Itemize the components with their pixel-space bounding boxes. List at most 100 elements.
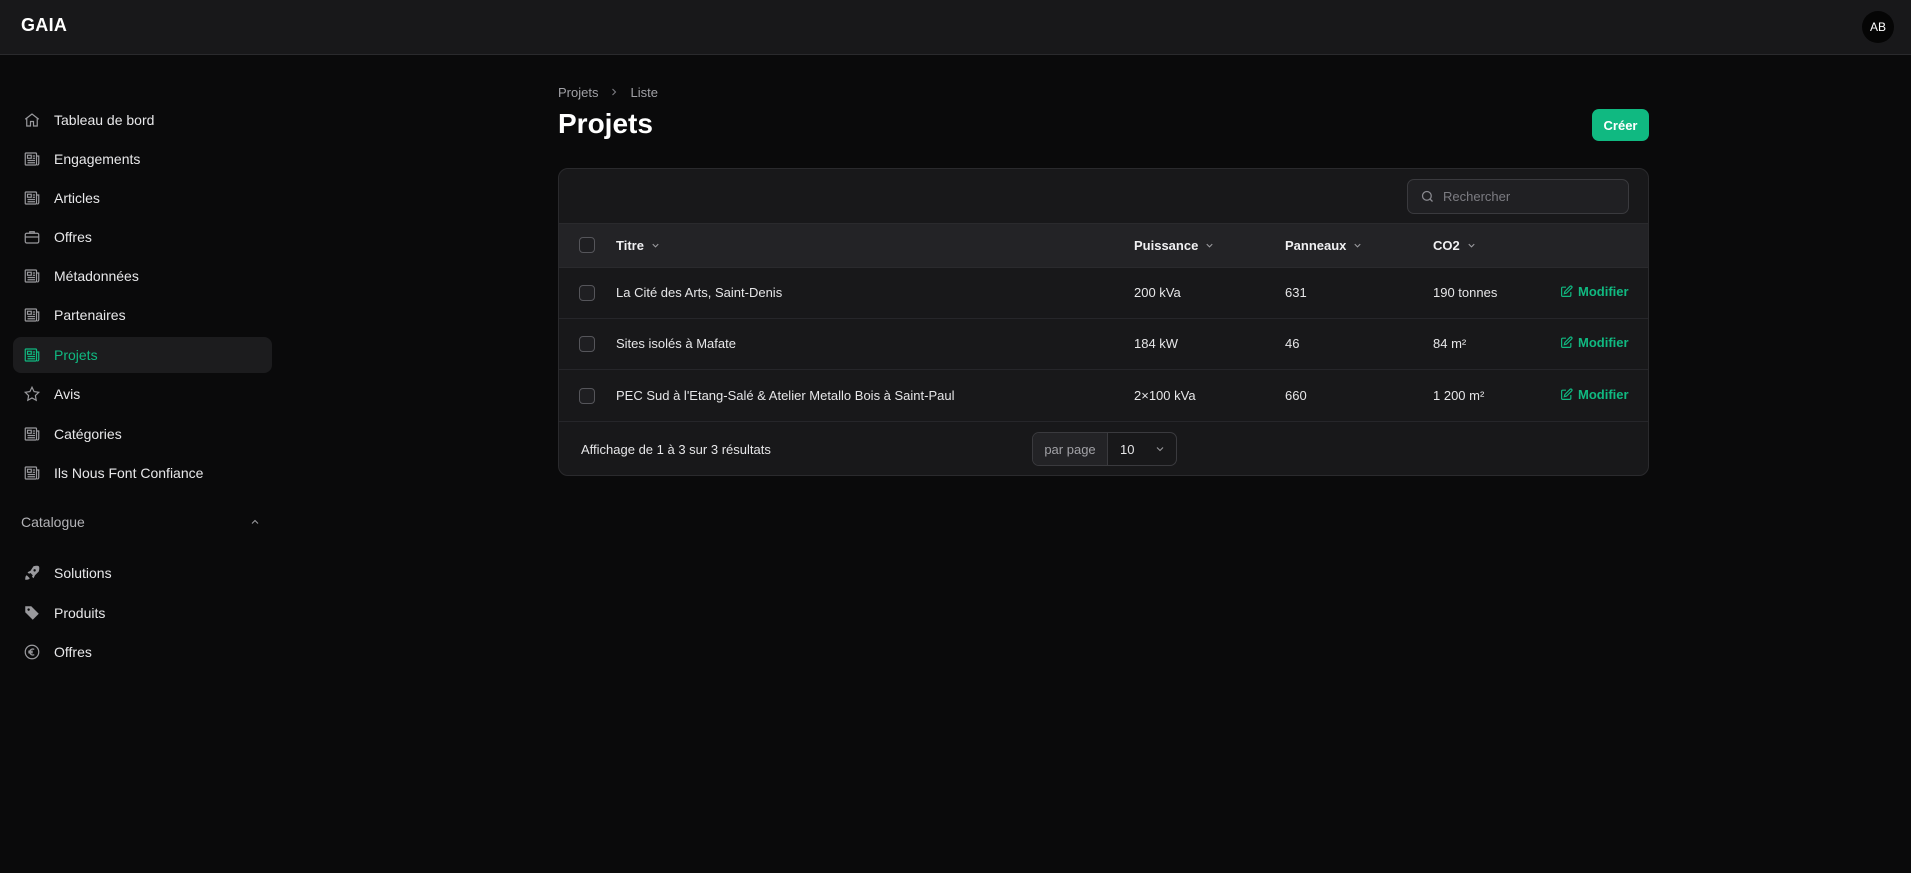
per-page-value: 10 (1120, 441, 1135, 457)
sidebar-item-tableau-de-bord[interactable]: Tableau de bord (13, 102, 272, 138)
sidebar-item-ils-nous-font-confiance[interactable]: Ils Nous Font Confiance (13, 455, 272, 491)
breadcrumb-parent[interactable]: Projets (558, 85, 598, 100)
sidebar-item-label: Offres (54, 229, 92, 245)
sidebar-item-label: Projets (54, 347, 98, 363)
catalogue-group-label: Catalogue (21, 514, 85, 530)
select-all-checkbox[interactable] (579, 237, 595, 253)
column-header-co2[interactable]: CO2 (1433, 238, 1477, 253)
per-page-select[interactable]: par page 10 (1032, 432, 1177, 466)
chevron-down-icon (1466, 240, 1477, 251)
table-footer: Affichage de 1 à 3 sur 3 résultats par p… (559, 422, 1648, 475)
cell-titre: Sites isolés à Mafate (616, 336, 736, 351)
user-avatar[interactable]: AB (1862, 11, 1894, 43)
sidebar-item-solutions[interactable]: Solutions (13, 555, 272, 591)
chevron-down-icon (650, 240, 661, 251)
sidebar-item-produits[interactable]: Produits (13, 595, 272, 631)
page-title: Projets (558, 108, 653, 139)
newspaper-icon (22, 424, 42, 444)
newspaper-icon (22, 463, 42, 483)
create-button[interactable]: Créer (1592, 109, 1649, 141)
table-row: PEC Sud à l'Etang-Salé & Atelier Metallo… (559, 370, 1648, 422)
column-header-label: Titre (616, 238, 644, 253)
sidebar-item-avis[interactable]: Avis (13, 376, 272, 412)
row-checkbox[interactable] (579, 336, 595, 352)
sidebar-item-articles[interactable]: Articles (13, 180, 272, 216)
chevron-right-icon (608, 86, 620, 98)
sidebar-item-label: Partenaires (54, 307, 126, 323)
cell-panneaux: 660 (1285, 388, 1307, 403)
row-checkbox[interactable] (579, 285, 595, 301)
table-row: La Cité des Arts, Saint-Denis 200 kVa 63… (559, 268, 1648, 319)
column-header-label: CO2 (1433, 238, 1460, 253)
briefcase-icon (22, 227, 42, 247)
row-checkbox[interactable] (579, 388, 595, 404)
edit-button[interactable]: Modifier (1560, 387, 1629, 402)
sidebar-item-categories[interactable]: Catégories (13, 416, 272, 452)
cell-titre: PEC Sud à l'Etang-Salé & Atelier Metallo… (616, 388, 955, 403)
breadcrumb-current: Liste (630, 84, 658, 100)
sidebar-item-engagements[interactable]: Engagements (13, 141, 272, 177)
table-row: Sites isolés à Mafate 184 kW 46 84 m² Mo… (559, 319, 1648, 370)
sidebar-item-label: Catégories (54, 426, 122, 442)
sidebar-item-label: Ils Nous Font Confiance (54, 465, 204, 481)
edit-button[interactable]: Modifier (1560, 335, 1629, 350)
cell-panneaux: 46 (1285, 336, 1300, 351)
brand-logo[interactable]: GAIA (21, 15, 67, 36)
cell-titre: La Cité des Arts, Saint-Denis (616, 285, 783, 300)
search-box[interactable] (1407, 179, 1629, 214)
newspaper-icon (22, 345, 42, 365)
edit-icon (1560, 285, 1573, 298)
sidebar-item-label: Métadonnées (54, 268, 139, 284)
search-input[interactable] (1443, 189, 1613, 204)
sidebar-item-label: Tableau de bord (54, 112, 155, 128)
column-header-puissance[interactable]: Puissance (1134, 238, 1215, 253)
per-page-value-dropdown[interactable]: 10 (1108, 433, 1176, 465)
tag-icon (22, 603, 42, 623)
column-header-label: Puissance (1134, 238, 1199, 253)
cell-co2: 1 200 m² (1433, 388, 1485, 403)
chevron-down-icon (1352, 240, 1363, 251)
column-header-panneaux[interactable]: Panneaux (1285, 238, 1363, 253)
chevron-down-icon (1154, 443, 1166, 455)
table-header: Titre Puissance Panneaux CO2 (559, 224, 1648, 268)
newspaper-icon (22, 305, 42, 325)
chevron-up-icon (249, 516, 261, 528)
catalogue-group-toggle[interactable]: Catalogue (21, 508, 261, 536)
edit-label: Modifier (1578, 284, 1629, 299)
breadcrumb: Projets Liste (558, 83, 658, 101)
results-summary: Affichage de 1 à 3 sur 3 résultats (581, 442, 771, 457)
sidebar-item-label: Articles (54, 190, 100, 206)
cell-panneaux: 631 (1285, 285, 1307, 300)
sidebar-item-projets[interactable]: Projets (13, 337, 272, 373)
sidebar-item-offres-catalogue[interactable]: Offres (13, 634, 272, 670)
sidebar-item-label: Avis (54, 386, 81, 402)
cell-puissance: 200 kVa (1134, 285, 1181, 300)
column-header-label: Panneaux (1285, 238, 1347, 253)
sidebar-item-label: Engagements (54, 151, 141, 167)
sidebar-item-label: Offres (54, 644, 92, 660)
sidebar: Tableau de bord Engagements Articles Off… (0, 56, 280, 873)
chevron-down-icon (1204, 240, 1215, 251)
edit-icon (1560, 336, 1573, 349)
projects-table-card: Titre Puissance Panneaux CO2 La Cité des… (558, 168, 1649, 476)
column-header-titre[interactable]: Titre (616, 238, 661, 253)
rocket-icon (22, 563, 42, 583)
newspaper-icon (22, 149, 42, 169)
top-bar: GAIA AB (0, 0, 1911, 55)
cell-co2: 84 m² (1433, 336, 1467, 351)
edit-label: Modifier (1578, 387, 1629, 402)
sidebar-item-label: Produits (54, 605, 106, 621)
cell-puissance: 184 kW (1134, 336, 1179, 351)
home-icon (22, 110, 42, 130)
cell-puissance: 2×100 kVa (1134, 388, 1196, 403)
newspaper-icon (22, 188, 42, 208)
sidebar-item-metadonnees[interactable]: Métadonnées (13, 258, 272, 294)
sidebar-item-partenaires[interactable]: Partenaires (13, 297, 272, 333)
newspaper-icon (22, 266, 42, 286)
sidebar-item-offres[interactable]: Offres (13, 219, 272, 255)
edit-label: Modifier (1578, 335, 1629, 350)
search-icon (1420, 189, 1435, 204)
cell-co2: 190 tonnes (1433, 285, 1498, 300)
sidebar-item-label: Solutions (54, 565, 112, 581)
edit-button[interactable]: Modifier (1560, 284, 1629, 299)
